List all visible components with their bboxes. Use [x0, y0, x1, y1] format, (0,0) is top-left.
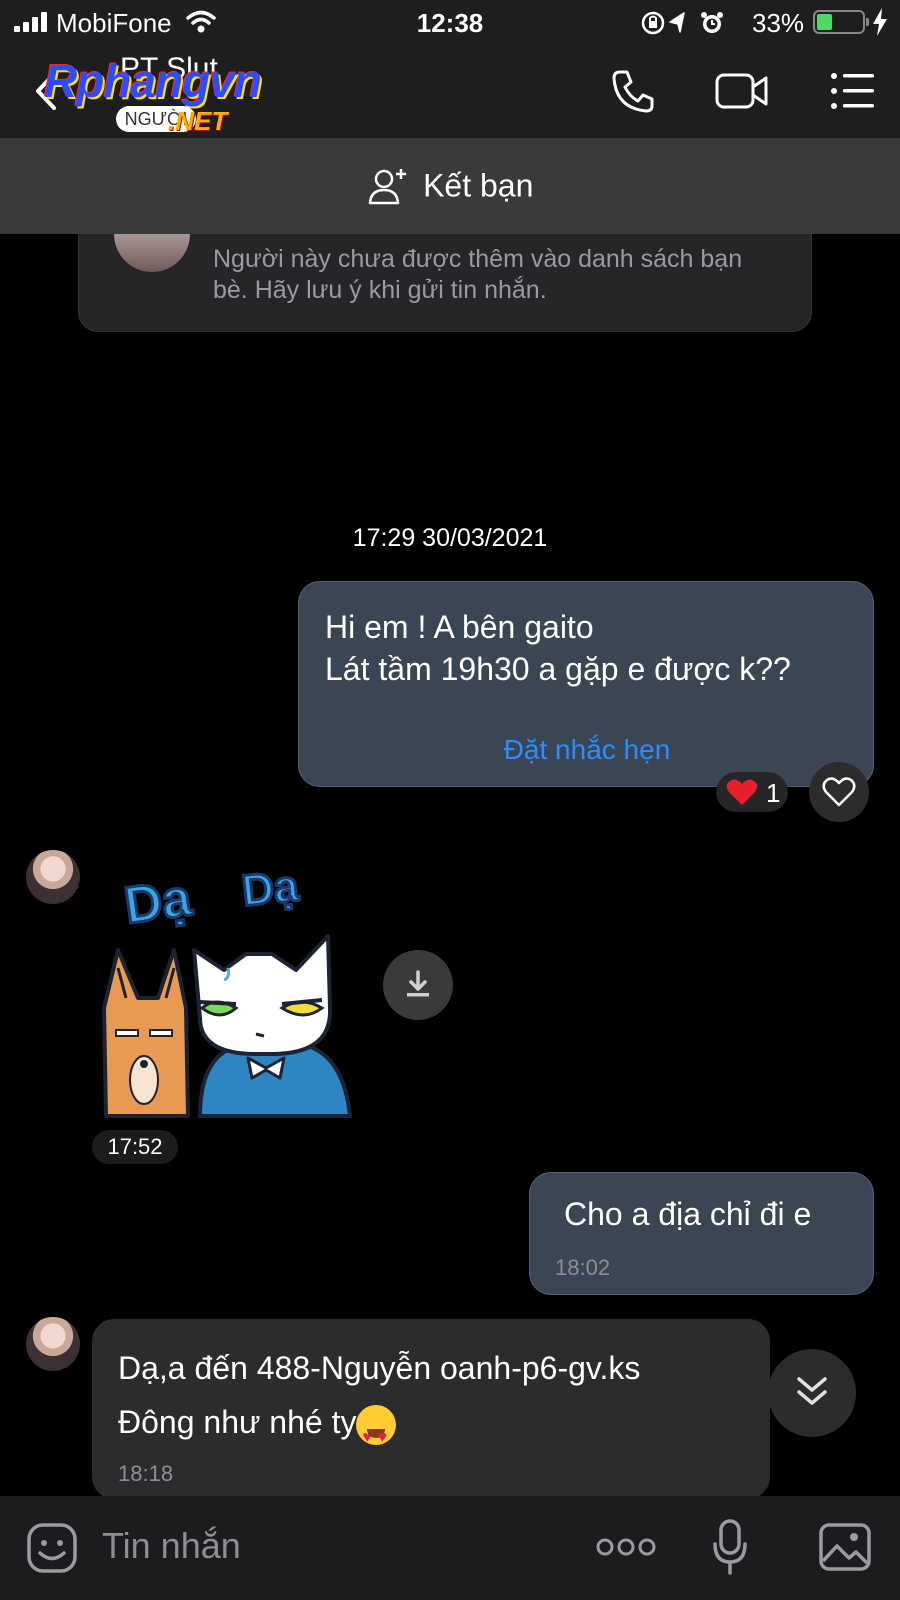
cat-character [192, 934, 353, 1118]
watermark-suffix: .NET [168, 106, 228, 136]
message-time: 17:52 [92, 1130, 178, 1164]
image-icon[interactable] [818, 1522, 872, 1572]
download-icon [407, 970, 429, 997]
message-time: 18:02 [555, 1255, 611, 1280]
status-bar: MobiFone 12:38 33% [0, 0, 900, 46]
message-text: Cho a địa chỉ đi e [564, 1196, 812, 1232]
reaction-count: 1 [766, 778, 781, 808]
chat-header: PT Slut Rphangvn NGƯỜI .NET [0, 46, 900, 138]
mic-icon[interactable] [712, 1518, 748, 1576]
contact-avatar[interactable] [26, 850, 80, 904]
chevron-double-down-icon [797, 1377, 827, 1405]
add-friend-button[interactable]: Kết bạn [0, 138, 900, 234]
sticker-image[interactable]: Dạ Dạ [96, 858, 366, 1124]
date-separator: 17:29 30/03/2021 [352, 524, 548, 552]
phone-icon[interactable] [610, 68, 656, 114]
alarm-icon [701, 12, 723, 33]
contact-avatar[interactable] [26, 1317, 80, 1371]
charging-icon [873, 8, 887, 36]
set-reminder-link[interactable]: Đặt nhắc hẹn [299, 734, 875, 766]
sticker-text-1: Dạ [119, 867, 197, 937]
outgoing-message[interactable]: Cho a địa chỉ đi e 18:02 [529, 1172, 874, 1295]
svg-text:Dạ: Dạ [240, 861, 302, 916]
message-input-bar [0, 1496, 900, 1600]
watermark-brand: Rphangvn [44, 55, 262, 107]
status-icons [641, 11, 723, 35]
svg-text:Dạ: Dạ [121, 869, 196, 936]
message-input[interactable] [102, 1524, 542, 1568]
message-time: 18:18 [118, 1461, 174, 1486]
reaction-badge[interactable]: 1 [716, 772, 788, 812]
add-friend-label: Kết bạn [423, 167, 534, 204]
sticker-text-2: Dạ [238, 860, 303, 918]
add-friend-icon [368, 169, 406, 205]
battery-percent: 33% [752, 8, 805, 38]
location-icon [669, 12, 685, 33]
fox-character [102, 948, 190, 1118]
orientation-lock-icon [641, 11, 665, 35]
stranger-notice-text: Người này chưa được thêm vào danh sách b… [213, 245, 743, 304]
message-text: Dạ,a đến 488-Nguyễn oanh-p6-gv.ks Đông n… [118, 1341, 641, 1465]
heart-eyes-emoji-icon [356, 1404, 397, 1465]
heart-outline-icon [822, 777, 856, 807]
download-button[interactable] [383, 950, 453, 1020]
message-text: Hi em ! A bên gaito Lát tầm 19h30 a gặp … [325, 609, 791, 687]
message-line-1: Dạ,a đến 488-Nguyễn oanh-p6-gv.ks [118, 1350, 641, 1386]
watermark-logo: Rphangvn NGƯỜI .NET [44, 54, 324, 136]
battery-icon [813, 10, 869, 34]
outgoing-message[interactable]: Hi em ! A bên gaito Lát tầm 19h30 a gặp … [298, 581, 874, 787]
heart-icon [726, 779, 758, 805]
incoming-message[interactable]: Dạ,a đến 488-Nguyễn oanh-p6-gv.ks Đông n… [92, 1319, 770, 1499]
scroll-to-bottom-button[interactable] [768, 1349, 856, 1437]
react-button[interactable] [809, 762, 869, 822]
menu-icon[interactable] [830, 68, 876, 114]
sticker-icon[interactable] [26, 1522, 78, 1574]
video-icon[interactable] [714, 68, 770, 114]
message-line-2: Đông như nhé ty [118, 1404, 357, 1440]
more-icon[interactable] [596, 1536, 656, 1558]
